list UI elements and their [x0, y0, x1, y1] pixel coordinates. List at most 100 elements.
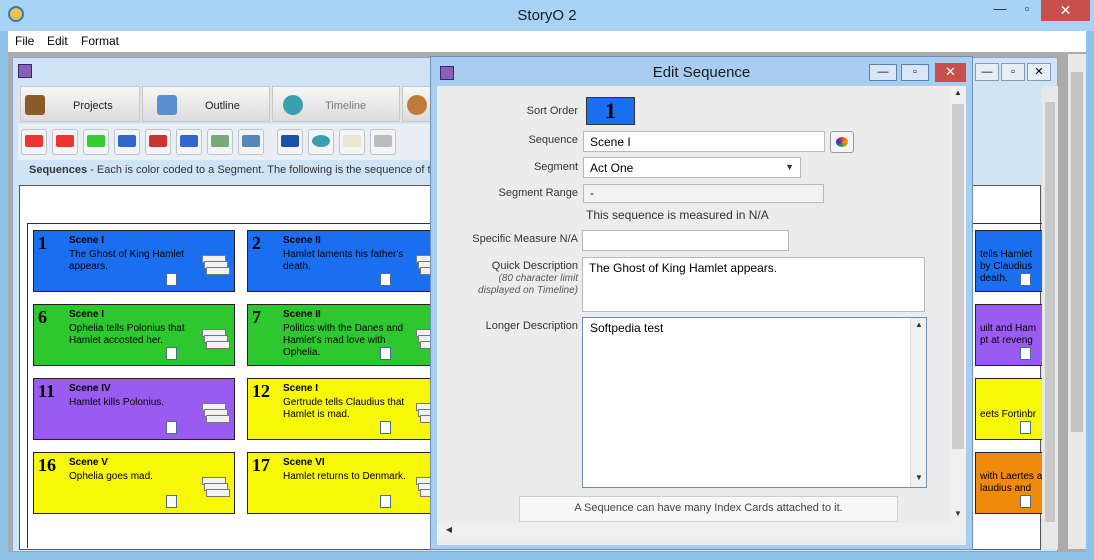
save-card-button[interactable] [176, 129, 202, 155]
note-icon[interactable] [166, 347, 177, 360]
inner-minimize-button[interactable]: — [975, 63, 999, 81]
menu-format[interactable]: Format [81, 34, 119, 48]
card-text: laudius and [980, 483, 1032, 494]
sequence-card[interactable]: 17 Scene VI Hamlet returns to Denmark. [247, 452, 449, 514]
sequence-card-partial[interactable]: eets Fortinbr [975, 378, 1043, 440]
index-cards-icon[interactable] [202, 403, 230, 425]
sequence-card[interactable]: 2 Scene II Hamlet laments his father's dea… [247, 230, 449, 292]
chevron-down-icon: ▼ [785, 162, 794, 172]
note-icon[interactable] [166, 273, 177, 286]
briefcase-icon [25, 95, 45, 115]
specific-measure-input[interactable] [582, 230, 789, 251]
arrange-button[interactable] [207, 129, 233, 155]
sequence-card[interactable]: 1 Scene I The Ghost of King Hamlet appears… [33, 230, 235, 292]
index-cards-icon[interactable] [202, 329, 230, 351]
sequence-card[interactable]: 12 Scene I Gertrude tells Claudius that Ha… [247, 378, 449, 440]
sequence-card-partial[interactable]: tells Hamlet by Claudius death. [975, 230, 1043, 292]
scroll-left-icon[interactable]: ◀ [441, 525, 457, 534]
scroll-down-icon[interactable]: ▼ [950, 509, 966, 518]
card-text: Gertrude tells Claudius that Hamlet is m… [283, 397, 405, 420]
maximize-button[interactable]: ▫ [1014, 1, 1040, 22]
index-cards-icon[interactable] [202, 255, 230, 277]
close-button[interactable]: ✕ [1041, 0, 1090, 21]
scroll-up-icon[interactable]: ▲ [911, 320, 927, 329]
note-icon[interactable] [1020, 347, 1031, 360]
sequence-card-partial[interactable]: with Laertes a laudius and [975, 452, 1043, 514]
inner-maximize-button[interactable]: ▫ [1001, 63, 1025, 81]
inner-window-controls: — ▫ ✕ [975, 63, 1055, 81]
menu-edit[interactable]: Edit [47, 34, 68, 48]
sequence-label: Sequence [528, 134, 578, 146]
tab-projects[interactable]: Projects [20, 86, 140, 122]
timeline-tool-icon[interactable] [308, 129, 334, 155]
hint-bold: Sequences [29, 164, 88, 176]
longer-desc-scrollbar[interactable]: ▲ ▼ [910, 318, 926, 487]
add-segment-button[interactable] [114, 129, 140, 155]
longer-desc-textarea[interactable] [582, 317, 927, 488]
quick-desc-input[interactable]: The Ghost of King Hamlet appears. [582, 257, 925, 312]
main-scroll-thumb[interactable] [1071, 72, 1083, 432]
save-icon[interactable] [277, 129, 303, 155]
note-icon[interactable] [1020, 421, 1031, 434]
tab-label: Projects [73, 100, 113, 112]
longer-desc-text: Softpedia test [590, 321, 664, 335]
card-title: Scene I [283, 383, 319, 394]
dialog-minimize-button[interactable]: — [869, 64, 897, 81]
delete-sequence-button[interactable] [52, 129, 78, 155]
box-icon[interactable] [370, 129, 396, 155]
remove-card-button[interactable] [145, 129, 171, 155]
sequence-input[interactable]: Scene I [583, 131, 825, 152]
dialog-maximize-button[interactable]: ▫ [901, 64, 929, 81]
scroll-up-icon[interactable]: ▲ [950, 88, 966, 97]
segment-select[interactable]: Act One ▼ [583, 157, 801, 178]
canvas-scroll-thumb[interactable] [1045, 102, 1055, 522]
index-cards-icon[interactable] [202, 477, 230, 499]
dialog-scroll-thumb[interactable] [952, 104, 964, 449]
note-icon[interactable] [166, 421, 177, 434]
note-icon[interactable] [1020, 495, 1031, 508]
minimize-button[interactable]: — [987, 1, 1013, 22]
card-text: uilt and Ham [980, 323, 1037, 334]
card-title: Scene VI [283, 457, 325, 468]
note-icon[interactable] [380, 273, 391, 286]
undo-button[interactable] [238, 129, 264, 155]
view-tabs: Projects Outline Timeline [18, 86, 432, 122]
sequence-card[interactable]: 11 Scene IV Hamlet kills Polonius. [33, 378, 235, 440]
sequence-card[interactable]: 6 Scene I Ophelia tells Polonius that Haml… [33, 304, 235, 366]
card-number: 17 [252, 455, 270, 475]
hint-text: - Each is color coded to a Segment. The … [87, 164, 431, 176]
dialog-close-button[interactable]: ✕ [935, 63, 966, 82]
note-icon[interactable] [380, 347, 391, 360]
menu-file[interactable]: File [15, 34, 34, 48]
tab-timeline[interactable]: Timeline [272, 86, 400, 122]
add-card-button[interactable] [83, 129, 109, 155]
dialog-horizontal-scrollbar[interactable]: ◀ [437, 523, 966, 539]
character-icon [407, 95, 427, 115]
sequence-card[interactable]: 16 Scene V Ophelia goes mad. [33, 452, 235, 514]
inner-close-button[interactable]: ✕ [1027, 63, 1051, 81]
card-text: Ophelia tells Polonius that Hamlet accos… [69, 323, 185, 346]
card-text: by Claudius [980, 261, 1033, 272]
card-text: Hamlet kills Polonius. [69, 397, 165, 408]
note-icon[interactable] [380, 495, 391, 508]
card-title: Scene I [69, 235, 105, 246]
note-icon[interactable] [166, 495, 177, 508]
scroll-down-icon[interactable]: ▼ [911, 473, 927, 482]
sequence-card[interactable]: 7 Scene II Politics with the Danes and Ham… [247, 304, 449, 366]
tab-outline[interactable]: Outline [142, 86, 270, 122]
note-icon[interactable] [380, 421, 391, 434]
card-text: The Ghost of King Hamlet appears. [69, 249, 185, 272]
tab-characters[interactable] [402, 86, 432, 122]
measure-note: This sequence is measured in N/A [586, 208, 769, 222]
sort-order-box[interactable]: 1 [586, 97, 635, 125]
card-text: with Laertes a [980, 471, 1042, 482]
note-icon[interactable] [339, 129, 365, 155]
add-sequence-button[interactable] [21, 129, 47, 155]
outline-icon [157, 95, 177, 115]
color-palette-button[interactable] [830, 131, 854, 153]
card-text: Hamlet returns to Denmark. [283, 471, 406, 482]
segment-label: Segment [533, 161, 578, 173]
tab-label: Timeline [325, 100, 367, 112]
note-icon[interactable] [1020, 273, 1031, 286]
sequence-card-partial[interactable]: uilt and Ham pt at reveng [975, 304, 1043, 366]
